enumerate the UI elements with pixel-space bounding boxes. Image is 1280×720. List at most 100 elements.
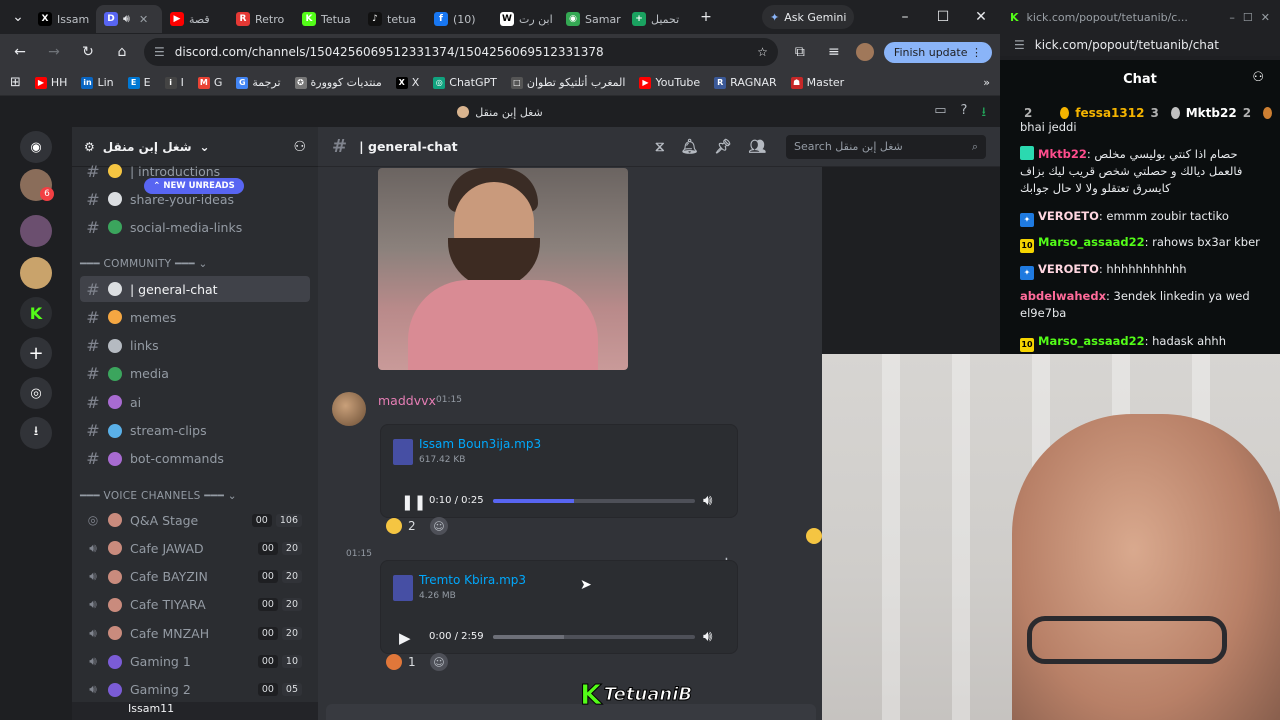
invite-people-icon[interactable]: ⚇ [293,139,306,155]
tab-search-icon[interactable]: ⌄ [6,5,30,29]
bookmark-item[interactable]: ✪ منتديات كووورة [294,76,382,89]
bookmark-item[interactable]: □ المغرب أتلتيكو تطوان [510,76,625,89]
chat-username[interactable]: Marso_assaad22 [1038,334,1145,348]
browser-tab[interactable]: ◉ Samar [558,5,624,33]
browser-tab[interactable]: f (10) [426,5,492,33]
voice-channel-item[interactable]: 🔊︎ Cafe JAWAD 00 20 [80,535,310,561]
category-voice-channels[interactable]: ━━━ VOICE CHANNELS ━━━ ⌄ [80,490,237,502]
pin-icon[interactable]: 📌︎ [714,139,732,155]
volume-icon[interactable]: 🔊︎ [703,491,712,509]
author-avatar[interactable] [332,392,366,426]
search-input[interactable]: Search شغل إبن منقل ⌕ [786,134,986,159]
kick-chat-message[interactable]: 10 Marso_assaad22: hadask ahhh [1020,333,1270,352]
community-icon[interactable]: ⚇ [1252,70,1264,85]
reaction-emoji[interactable]: 1 [380,650,422,674]
server-avatar-2[interactable] [20,215,52,247]
category-community[interactable]: ━━━ COMMUNITY ━━━ ⌄ [80,258,208,270]
maximize-icon[interactable]: ☐ [1243,11,1253,24]
browser-tab[interactable]: ♪ tetua [360,5,426,33]
volume-icon[interactable]: 🔊︎ [703,627,712,645]
extensions-icon[interactable]: ⧉ [788,40,812,64]
kick-chat-message[interactable]: 10 Marso_assaad22: rahows bx3ar kber [1020,234,1270,253]
discord-home-icon[interactable]: ◉ [20,131,52,163]
channel-item[interactable]: # social-media-links [80,214,310,240]
bookmark-item[interactable]: in Lin [81,76,114,89]
back-icon[interactable]: ← [8,40,32,64]
add-reaction-icon[interactable]: ☺ [430,653,448,671]
chat-username[interactable]: VEROETO [1038,262,1099,276]
forward-icon[interactable]: → [42,40,66,64]
kick-chat-message[interactable]: ✦ VEROETO: hhhhhhhhhhh [1020,261,1270,280]
kick-server-icon[interactable]: K [20,297,52,329]
browser-tab[interactable]: W ابن رت [492,5,558,33]
file-name-link[interactable]: Tremto Kbira.mp3 [419,573,526,587]
finish-update-button[interactable]: Finish update ⋮ [883,41,992,63]
close-tab-icon[interactable]: ✕ [139,13,148,26]
home-icon[interactable]: ⌂ [110,40,134,64]
bookmark-item[interactable]: G ترجمة [236,76,281,89]
chat-username[interactable]: abdelwahedx [1020,289,1106,303]
notifications-bell-icon[interactable]: 🔔︎ [681,139,699,155]
gemini-button[interactable]: ✦ Ask Gemini [762,5,855,29]
channel-item[interactable]: # ai [80,389,310,415]
browser-tab[interactable]: XIssam✕ [30,5,96,33]
inbox-icon[interactable]: ▭ [934,103,946,125]
channel-item[interactable]: # stream-clips [80,418,310,444]
bookmark-item[interactable]: ◎ ChatGPT [433,76,497,89]
message-author[interactable]: maddvvx [378,393,436,408]
bookmark-item[interactable]: iI [164,76,184,89]
browser-tab[interactable]: K Tetua [294,5,360,33]
site-info-icon[interactable]: ☰ [154,45,165,59]
apps-grid-icon[interactable]: ⊞ [10,75,21,90]
bookmark-item[interactable]: EE [127,76,151,89]
chat-username[interactable]: VEROETO [1038,209,1099,223]
site-info-icon[interactable]: ☰ [1014,38,1025,52]
channel-item[interactable]: # memes [80,304,310,330]
bookmark-item[interactable]: R RAGNAR [714,76,777,89]
new-unreads-pill[interactable]: ⌃ NEW UNREADS [144,178,244,194]
download-apps-icon[interactable]: ⭳ [20,417,52,449]
audio-progress-slider[interactable] [493,499,695,503]
kick-chat-message[interactable]: Mktb22: حصام اذا كنتي بوليسي مخلص فالعمل… [1020,146,1270,197]
profile-avatar[interactable] [855,43,874,61]
play-icon[interactable]: ▶ [399,629,411,647]
voice-channel-item[interactable]: 🔊︎ Gaming 2 00 05 [80,677,310,703]
posted-image[interactable] [378,168,628,370]
channel-item[interactable]: # media [80,361,310,387]
reaction-laugh[interactable]: 2 [380,514,422,538]
more-bookmarks-icon[interactable]: » [983,76,990,89]
voice-channel-item[interactable]: 🔊︎ Cafe MNZAH 00 20 [80,620,310,646]
voice-channel-item[interactable]: 🔊︎ Gaming 1 00 10 [80,649,310,675]
add-server-icon[interactable]: + [20,337,52,369]
media-controls-icon[interactable]: ≡ [822,40,846,64]
close-window-icon[interactable]: ✕ [1261,11,1270,24]
file-name-link[interactable]: Issam Boun3ija.mp3 [419,437,541,451]
browser-tab[interactable]: ▶ قصة [162,5,228,33]
audio-progress-slider[interactable] [493,635,695,639]
chat-username[interactable]: Mktb22 [1038,147,1087,161]
bookmark-item[interactable]: MG [197,76,222,89]
minimize-icon[interactable]: – [1229,11,1235,24]
new-tab-icon[interactable]: + [694,5,718,29]
add-reaction-icon[interactable]: ☺ [430,517,448,535]
member-list-icon[interactable]: 👥︎ [748,139,766,155]
browser-tab[interactable]: R Retro [228,5,294,33]
voice-channel-item[interactable]: ◎ Q&A Stage 00 106 [80,507,310,533]
help-icon[interactable]: ? [961,103,968,125]
kick-chat-message[interactable]: ✦ VEROETO: emmm zoubir tactiko [1020,208,1270,227]
browser-tab[interactable]: + تحميل [624,5,690,33]
bookmark-item[interactable]: ▶ YouTube [639,76,700,89]
channel-item[interactable]: # bot-commands [80,446,310,472]
server-avatar-3[interactable] [20,257,52,289]
user-panel[interactable]: Issam11 [72,702,318,720]
voice-channel-item[interactable]: 🔊︎ Cafe TIYARA 00 20 [80,592,310,618]
maximize-icon[interactable]: ☐ [924,9,962,25]
channel-item-general-chat[interactable]: # | general-chat [80,276,310,302]
reload-icon[interactable]: ↻ [76,40,100,64]
browser-tab[interactable]: D 🔊︎ ✕ [96,5,162,33]
channel-item[interactable]: # links [80,333,310,359]
minimize-icon[interactable]: – [886,9,924,25]
bookmark-item[interactable]: ▶ HH [34,76,67,89]
kick-chat-message[interactable]: abdelwahedx: 3endek linkedin ya wed el9e… [1020,288,1270,322]
threads-icon[interactable]: ⧖ [655,139,665,155]
